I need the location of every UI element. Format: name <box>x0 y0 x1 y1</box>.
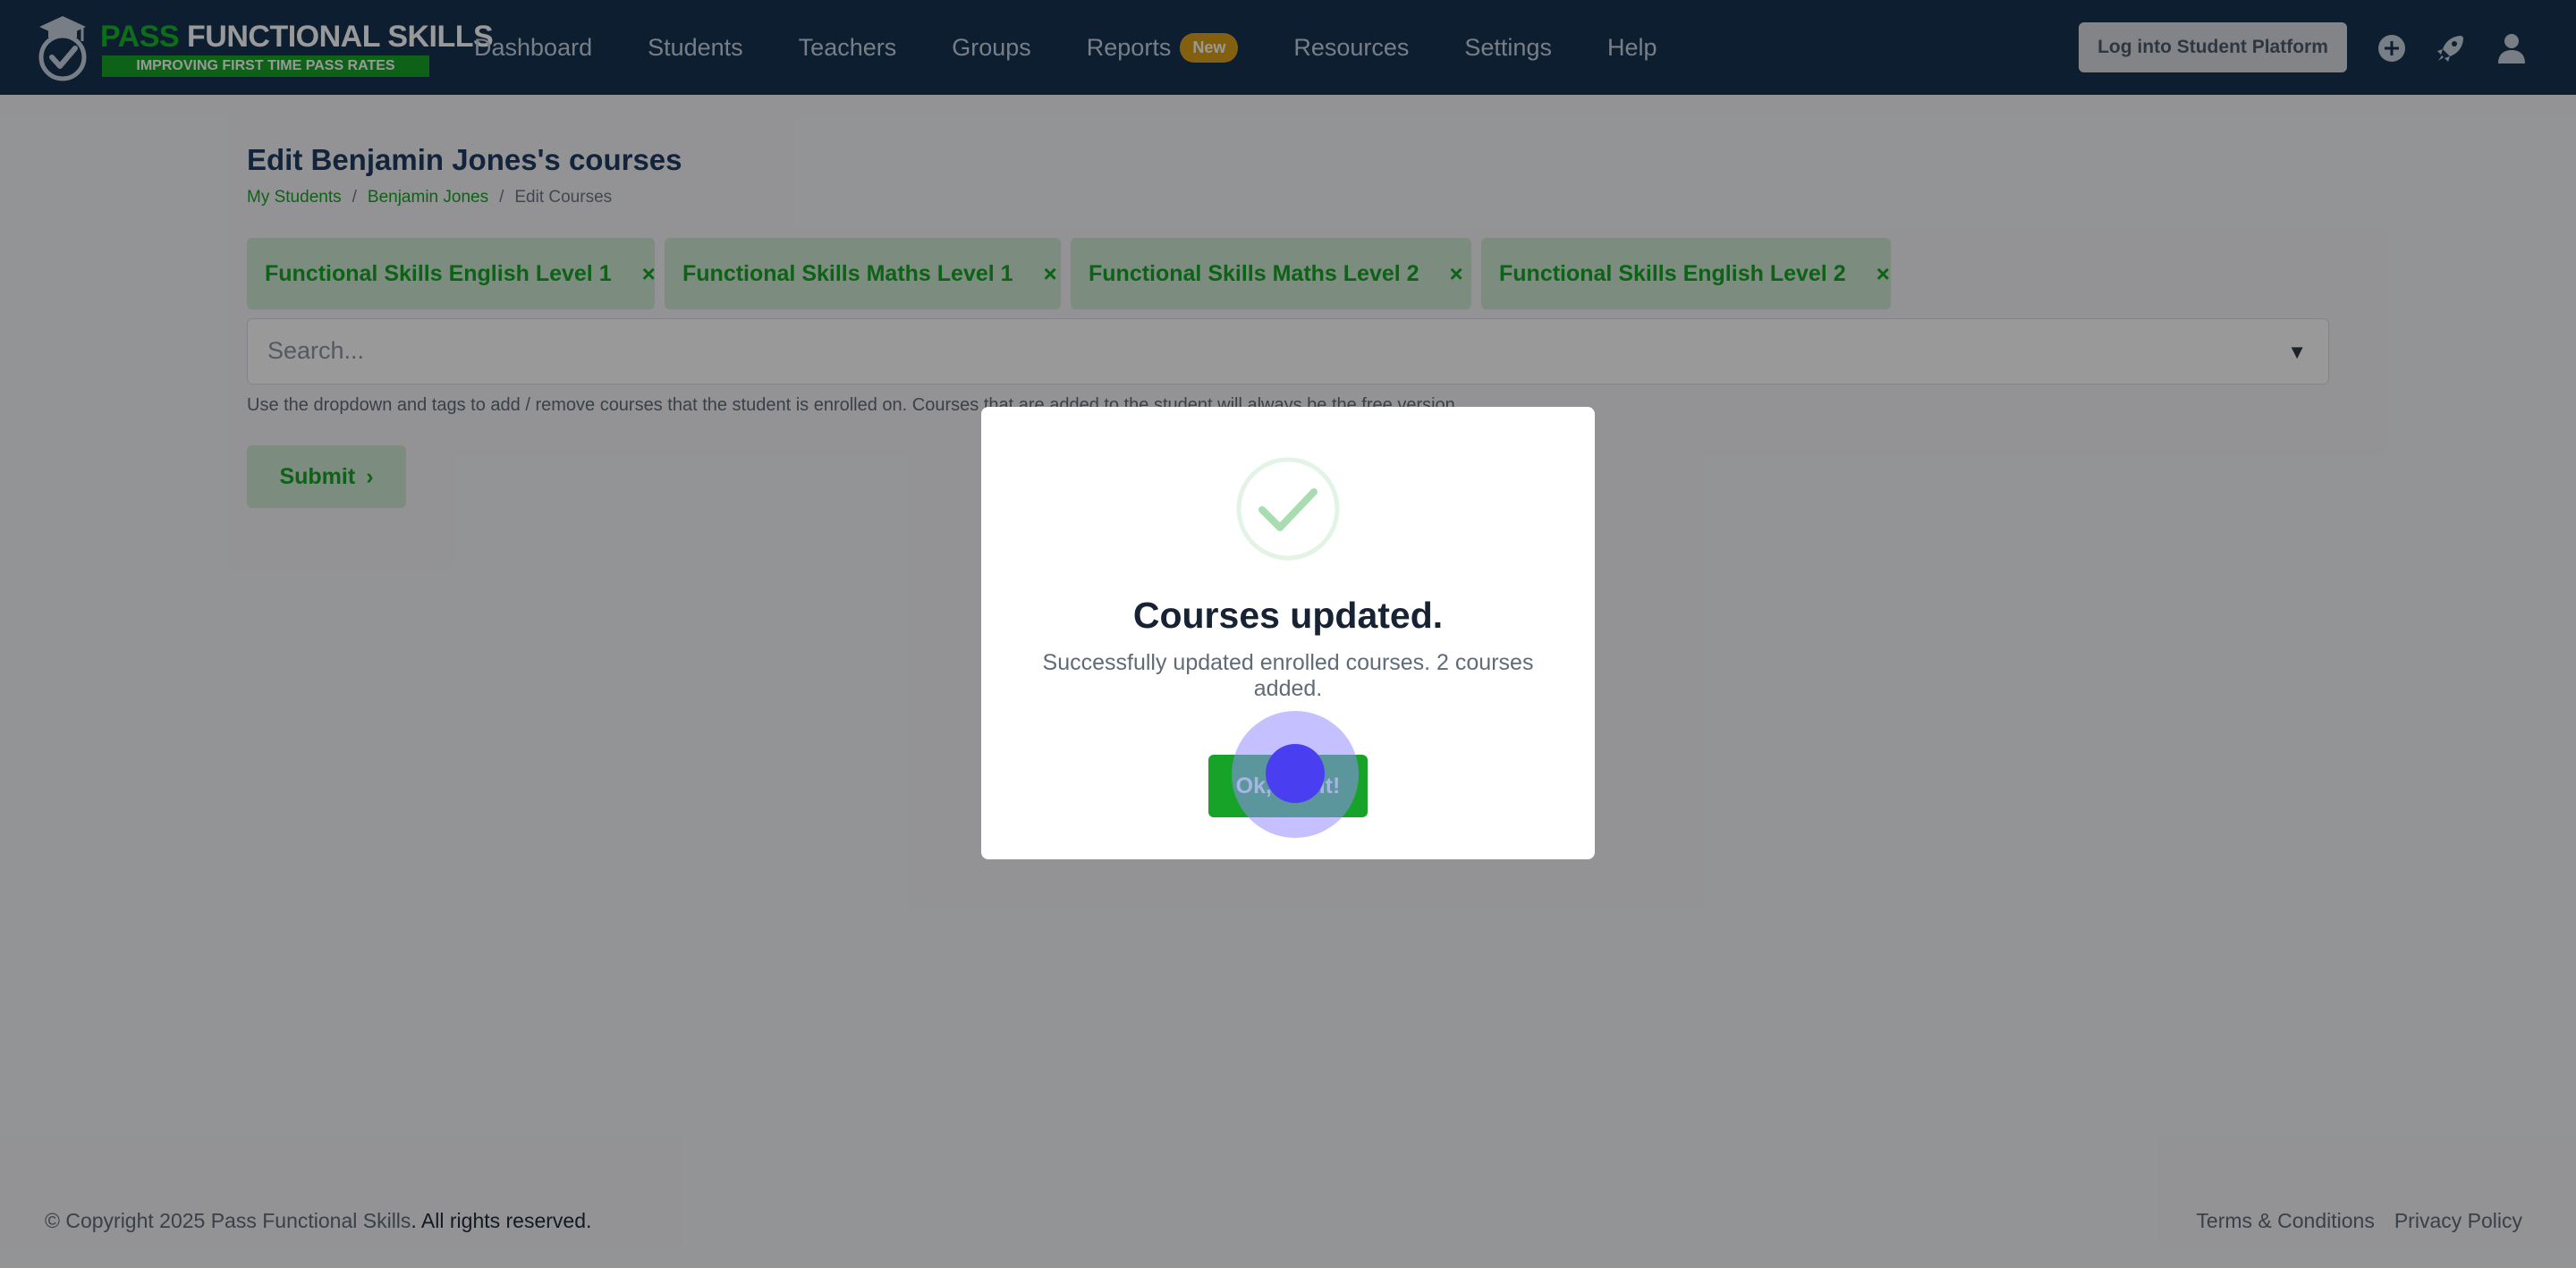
modal-message: Successfully updated enrolled courses. 2… <box>1042 650 1534 701</box>
modal-title: Courses updated. <box>1132 595 1444 636</box>
click-indicator-dot <box>1266 744 1325 803</box>
check-circle-icon <box>1236 457 1340 561</box>
